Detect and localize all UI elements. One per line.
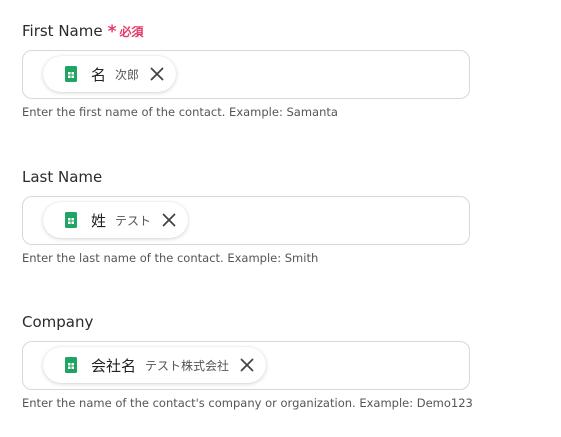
company-value-chip[interactable]: 会社名 テスト株式会社 [43, 347, 267, 383]
last-name-input[interactable]: 姓 テスト [22, 196, 470, 245]
last-name-label: Last Name [22, 168, 103, 186]
google-sheets-icon [65, 66, 77, 82]
first-name-label-row: First Name * 必須 [22, 20, 472, 42]
company-field: Company 会社名 テスト株式会社 Enter the name of th… [22, 311, 473, 421]
last-name-value-chip[interactable]: 姓 テスト [43, 202, 189, 238]
chip-field-name: 姓 [91, 211, 107, 230]
chip-field-name: 会社名 [91, 356, 137, 375]
first-name-input[interactable]: 名 次郎 [22, 50, 470, 99]
chip-field-value: 次郎 [115, 67, 140, 82]
close-icon[interactable] [148, 65, 166, 83]
company-label: Company [22, 313, 94, 331]
google-sheets-icon [65, 212, 77, 228]
required-asterisk: * [107, 22, 117, 42]
chip-field-value: テスト株式会社 [145, 358, 230, 373]
required-label: 必須 [119, 24, 144, 39]
company-help-text: Enter the name of the contact's company … [22, 396, 473, 410]
company-input[interactable]: 会社名 テスト株式会社 [22, 341, 470, 390]
close-icon[interactable] [238, 356, 256, 374]
last-name-label-row: Last Name [22, 166, 472, 188]
company-label-row: Company [22, 311, 472, 333]
first-name-label: First Name [22, 22, 103, 40]
chip-field-name: 名 [91, 65, 107, 84]
first-name-field: First Name * 必須 名 次郎 Enter the first nam… [22, 20, 472, 130]
close-icon[interactable] [160, 211, 178, 229]
chip-field-value: テスト [115, 213, 152, 228]
last-name-help-text: Enter the last name of the contact. Exam… [22, 251, 319, 265]
first-name-help-text: Enter the first name of the contact. Exa… [22, 105, 338, 119]
google-sheets-icon [65, 357, 77, 373]
last-name-field: Last Name 姓 テスト Enter the last name of t… [22, 166, 472, 276]
first-name-value-chip[interactable]: 名 次郎 [43, 56, 177, 92]
